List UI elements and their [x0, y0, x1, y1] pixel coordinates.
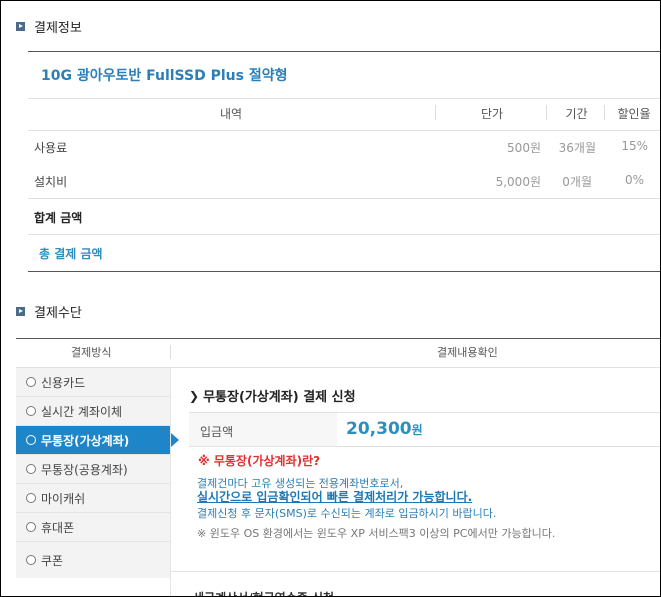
col-separator [435, 105, 436, 120]
os-note: ※ 윈도우 OS 환경에서는 윈도우 XP 서비스팩3 이상의 PC에서만 가능… [197, 527, 556, 540]
grand-total-label: 총 결제 금액 [39, 247, 103, 261]
plan-name: 10G 광아우토반 FullSSD Plus 절약형 [41, 68, 288, 84]
next-section-heading: 세금계산서/현금영수증 신청 [193, 589, 334, 596]
deposit-amount-value: 20,300원 [346, 419, 423, 439]
col-header-price: 단가 [480, 107, 504, 121]
row-period: 0개월 [562, 175, 592, 189]
row-discount: 0% [624, 173, 644, 187]
section-arrow-icon [16, 306, 25, 316]
col-separator [170, 345, 171, 359]
method-credit-card[interactable]: 신용카드 [16, 368, 171, 397]
radio-icon[interactable] [26, 435, 36, 445]
row-label-usage: 사용료 [34, 141, 68, 155]
radio-icon[interactable] [26, 406, 36, 416]
method-label: 휴대폰 [41, 520, 75, 535]
virtual-account-question: ※ 무통장(가상계좌)란? [198, 454, 321, 468]
chevron-right-icon: ❯ [189, 388, 200, 403]
method-label: 신용카드 [41, 375, 86, 390]
total-amount-label: 합계 금액 [34, 211, 83, 225]
col-header-confirm: 결제내용확인 [437, 346, 498, 359]
amount-number: 20,300 [346, 419, 412, 439]
divider [28, 51, 660, 52]
radio-icon[interactable] [26, 522, 36, 532]
method-virtual-account[interactable]: 무통장(가상계좌) [16, 426, 179, 455]
pane-border [170, 368, 171, 596]
section-title: 결제정보 [34, 20, 82, 36]
divider [28, 130, 660, 131]
section-arrow-icon [16, 21, 25, 31]
divider [28, 98, 660, 99]
col-header-detail: 내역 [219, 107, 243, 121]
deposit-amount-row: 입금액 20,300원 [189, 412, 660, 447]
payment-page: 결제정보 10G 광아우토반 FullSSD Plus 절약형 내역 단가 기간… [0, 0, 661, 597]
divider [171, 571, 660, 572]
pane-title-text: 무통장(가상계좌) 결제 신청 [203, 390, 356, 405]
method-label: 무통장(공용계좌) [41, 462, 128, 477]
payment-info-header: 결제정보 [16, 18, 82, 36]
divider [28, 198, 660, 199]
col-separator [604, 105, 605, 120]
row-price: 500원 [507, 141, 541, 155]
payment-method-header: 결제수단 [16, 303, 82, 321]
method-coupon[interactable]: 쿠폰 [16, 542, 171, 578]
method-shared-account[interactable]: 무통장(공용계좌) [16, 455, 171, 484]
description-line3: 결제신청 후 문자(SMS)로 수신되는 계좌로 입금하시기 바랍니다. [197, 507, 497, 520]
divider [28, 271, 660, 272]
radio-icon[interactable] [26, 377, 36, 387]
method-realtime-transfer[interactable]: 실시간 계좌이체 [16, 397, 171, 426]
col-header-discount: 할인율 [617, 107, 651, 121]
method-mobile[interactable]: 휴대폰 [16, 513, 171, 542]
method-label: 실시간 계좌이체 [41, 404, 123, 419]
row-label-install: 설치비 [34, 175, 68, 189]
deposit-amount-label: 입금액 [200, 425, 234, 439]
pane-title: ❯ 무통장(가상계좌) 결제 신청 [189, 386, 356, 406]
col-header-period: 기간 [565, 107, 588, 121]
divider [16, 338, 660, 339]
radio-icon[interactable] [26, 464, 36, 474]
divider [28, 234, 660, 235]
method-label: 쿠폰 [41, 553, 64, 568]
row-period: 36개월 [558, 141, 596, 155]
method-mycash[interactable]: 마이캐쉬 [16, 484, 171, 513]
row-discount: 15% [621, 139, 648, 153]
section-title: 결제수단 [34, 305, 82, 321]
description-line2: 실시간으로 입금확인되어 빠른 결제처리가 가능합니다. [197, 490, 473, 504]
method-label: 무통장(가상계좌) [41, 433, 130, 448]
amount-unit: 원 [411, 423, 423, 437]
radio-icon[interactable] [26, 555, 36, 565]
col-separator [546, 105, 547, 120]
row-price: 5,000원 [495, 175, 541, 189]
payment-method-list: 신용카드 실시간 계좌이체 무통장(가상계좌) 무통장(공용계좌) 마이캐쉬 휴… [16, 368, 179, 578]
radio-icon[interactable] [26, 493, 36, 503]
method-label: 마이캐쉬 [41, 491, 86, 506]
col-header-method: 결제방식 [71, 346, 112, 359]
